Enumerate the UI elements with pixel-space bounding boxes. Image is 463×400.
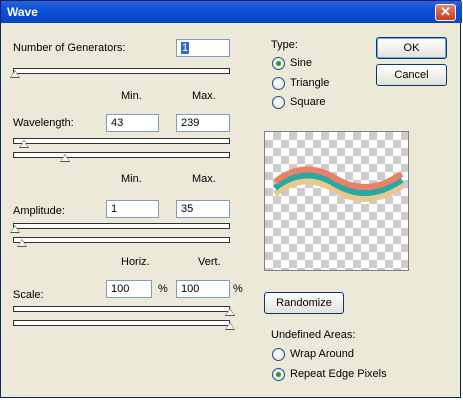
type-label: Type: [271,39,298,51]
scale-vert-thumb[interactable] [225,322,235,330]
randomize-button[interactable]: Randomize [264,292,344,314]
amplitude-min-header: Min. [121,173,142,185]
generators-input[interactable]: 1 [176,39,230,57]
undefined-areas-label: Undefined Areas: [271,329,356,341]
type-triangle-label[interactable]: Triangle [290,77,329,89]
type-square-label[interactable]: Square [290,96,325,108]
amplitude-max-header: Max. [192,173,216,185]
wrap-around-label[interactable]: Wrap Around [290,348,354,360]
scale-vert-header: Vert. [198,256,221,268]
dialog-body: Number of Generators: 1 Min. Max. Wavele… [1,23,460,397]
close-icon: ✕ [440,4,451,19]
scale-horiz-input[interactable]: 100 [106,280,152,298]
repeat-edge-pixels-label[interactable]: Repeat Edge Pixels [290,368,387,380]
wavelength-max-thumb[interactable] [60,154,70,162]
repeat-edge-pixels-radio[interactable] [272,368,285,381]
wavelength-max-input[interactable]: 239 [176,114,230,132]
wavelength-min-input[interactable]: 43 [106,114,159,132]
wave-dialog: Wave ✕ Number of Generators: 1 Min. Max.… [0,0,462,398]
amplitude-min-thumb[interactable] [10,225,20,233]
amplitude-min-input[interactable]: 1 [106,200,159,218]
title-bar[interactable]: Wave ✕ [1,1,462,23]
type-sine-label[interactable]: Sine [290,57,312,69]
scale-horiz-header: Horiz. [121,256,150,268]
close-button[interactable]: ✕ [435,4,456,21]
scale-vert-slider[interactable] [13,320,230,326]
scale-vert-input[interactable]: 100 [176,280,230,298]
scale-horiz-slider[interactable] [13,306,230,312]
scale-horiz-unit: % [158,283,168,295]
amplitude-max-thumb[interactable] [17,239,27,247]
generators-slider-thumb[interactable] [10,70,20,78]
scale-label: Scale: [13,289,44,301]
amplitude-label: Amplitude: [13,205,65,217]
type-sine-radio[interactable] [272,57,285,70]
window-title: Wave [7,5,38,19]
scale-horiz-thumb[interactable] [225,308,235,316]
wavelength-min-header: Min. [121,90,142,102]
cancel-button[interactable]: Cancel [376,64,447,86]
generators-value: 1 [181,42,190,54]
generators-label: Number of Generators: [13,42,126,54]
wavelength-max-slider[interactable] [13,152,230,158]
amplitude-max-input[interactable]: 35 [176,200,230,218]
generators-slider[interactable] [13,68,230,74]
type-triangle-radio[interactable] [272,77,285,90]
ok-button[interactable]: OK [376,37,447,59]
amplitude-max-slider[interactable] [13,237,230,243]
wavelength-max-header: Max. [192,90,216,102]
amplitude-min-slider[interactable] [13,223,230,229]
wrap-around-radio[interactable] [272,348,285,361]
scale-vert-unit: % [233,283,243,295]
wavelength-min-thumb[interactable] [19,140,29,148]
wavelength-label: Wavelength: [13,117,74,129]
wave-preview [264,131,409,271]
wave-preview-graphic [273,166,404,202]
type-square-radio[interactable] [272,96,285,109]
wavelength-min-slider[interactable] [13,138,230,144]
